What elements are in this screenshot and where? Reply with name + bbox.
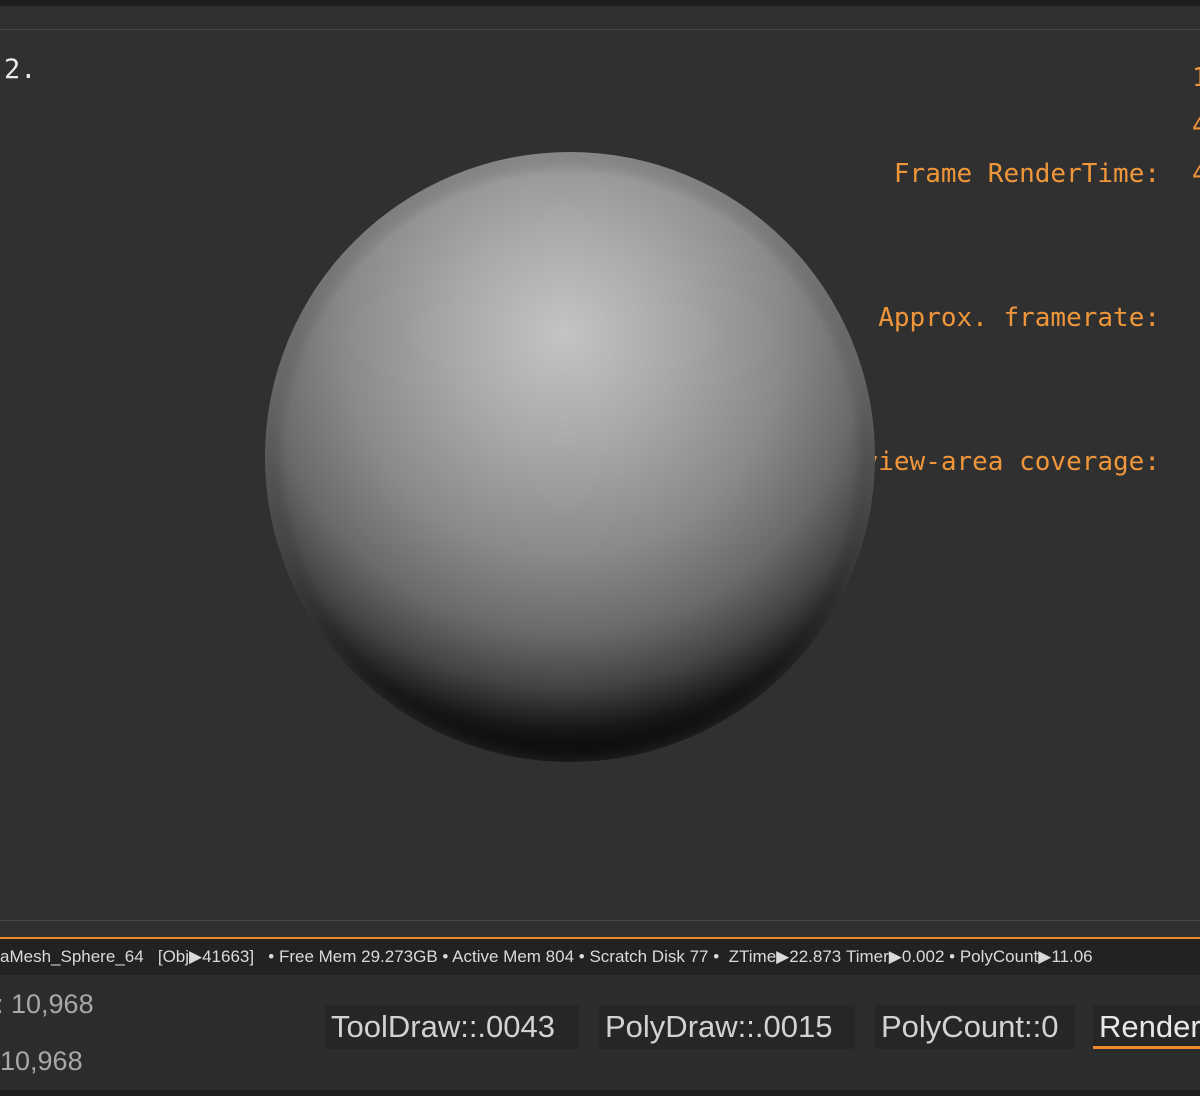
status-obj: [Obj▶41663] [157, 947, 255, 966]
polydraw-counter[interactable]: PolyDraw::.0015 [599, 1005, 855, 1049]
zbrush-window: 2. Frame RenderTime: Approx. framerate: … [0, 0, 1200, 1096]
status-bar: aMesh_Sphere_64 [Obj▶41663] • Free Mem 2… [0, 937, 1200, 975]
viewport-corner-label: 2. [4, 54, 37, 85]
lower-panel [0, 763, 1200, 921]
stat-framerate-value: 4 [1192, 102, 1200, 150]
polycount-counter[interactable]: PolyCount::0 [875, 1005, 1075, 1049]
left-value-2: 10,968 [0, 1046, 83, 1076]
bottom-edge [0, 1090, 1200, 1096]
render-counter[interactable]: Render [1093, 1005, 1200, 1049]
sphere-model[interactable] [264, 151, 876, 763]
tooldraw-counter[interactable]: ToolDraw::.0043 [325, 1005, 579, 1049]
status-scratch-disk: • Scratch Disk 77 • [578, 947, 720, 966]
left-value-1: : 10,968 [0, 989, 94, 1019]
status-timer: Timer▶0.002 [845, 947, 945, 966]
status-active-mem: • Active Mem 804 [442, 947, 575, 966]
top-bar [0, 0, 1200, 6]
status-free-mem: • Free Mem 29.273GB [268, 947, 438, 966]
stat-coverage-value: 4 [1192, 150, 1200, 198]
status-tool-name: aMesh_Sphere_64 [0, 947, 144, 966]
status-ztime: ZTime▶22.873 [728, 947, 842, 966]
status-polycount: • PolyCount▶11.06 [949, 947, 1093, 966]
sphere-render [265, 152, 875, 762]
document-viewport[interactable]: 2. Frame RenderTime: Approx. framerate: … [0, 29, 1200, 764]
stat-frame-rendertime-value: 1 [1192, 54, 1200, 102]
